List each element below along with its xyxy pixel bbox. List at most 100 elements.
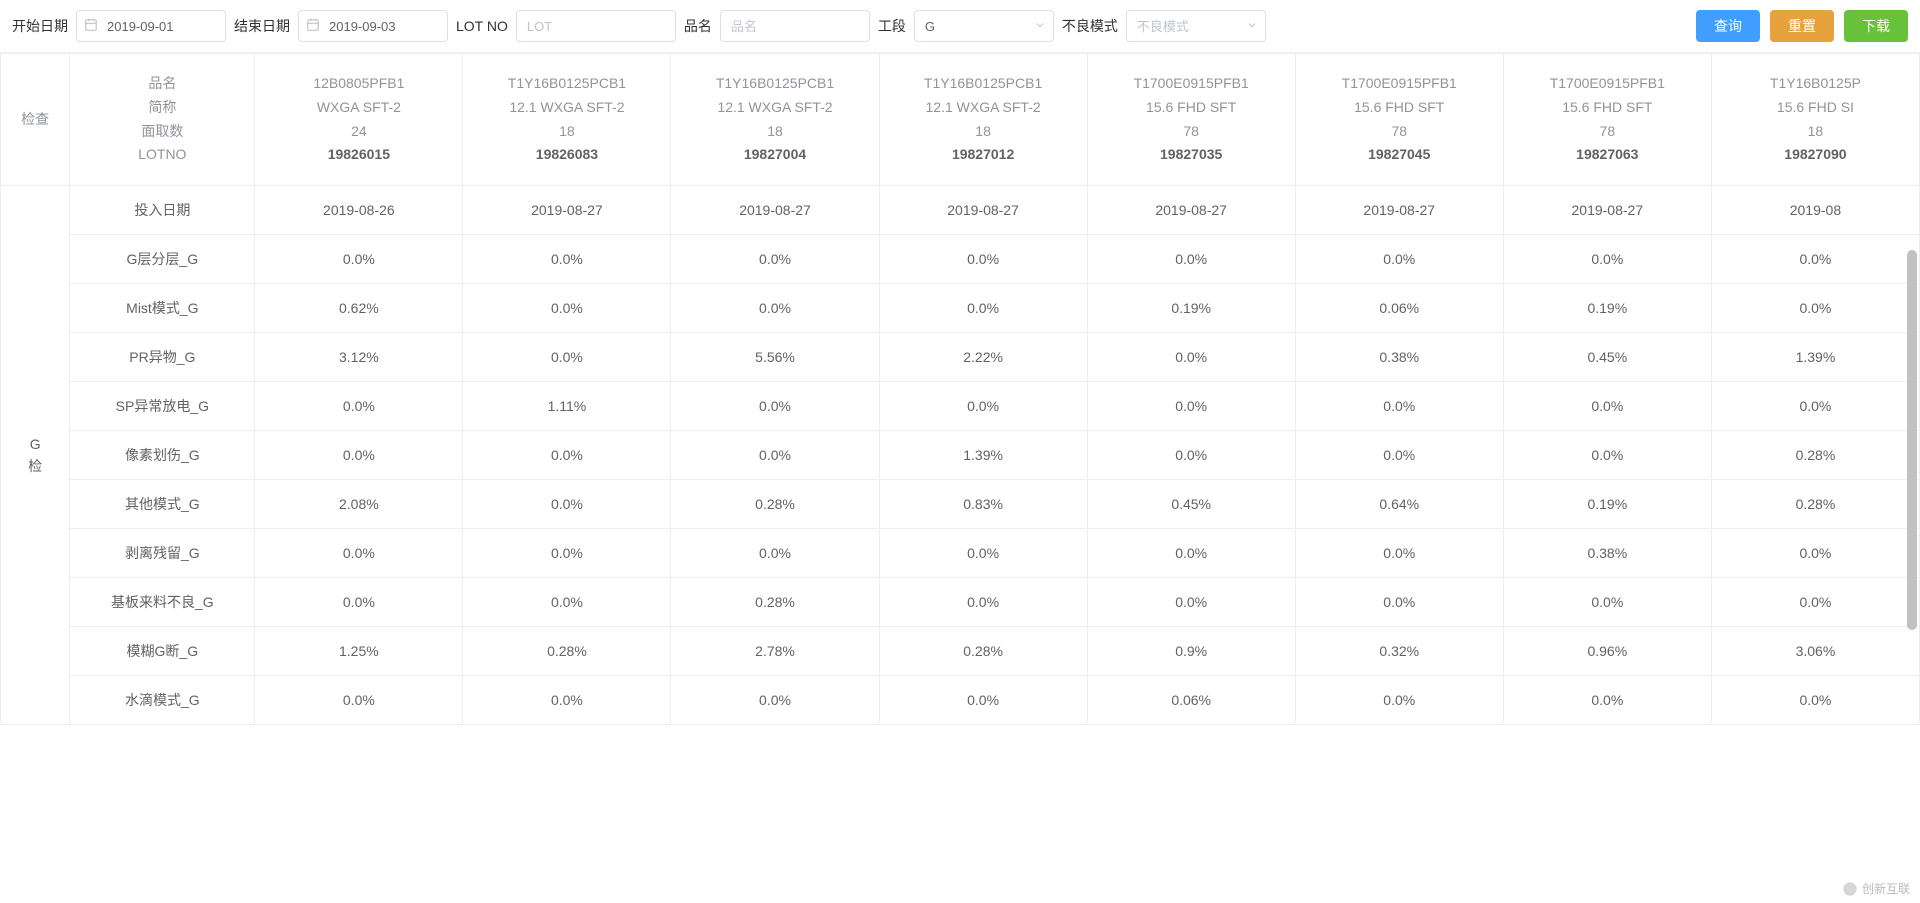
horizontal-scrollbar[interactable] (6, 879, 1890, 893)
defect-mode-label: 不良模式 (1062, 16, 1118, 36)
data-cell: 0.0% (255, 676, 463, 725)
data-cell: 0.28% (1711, 480, 1919, 529)
data-cell: 3.06% (1711, 627, 1919, 676)
data-cell: 0.0% (463, 676, 671, 725)
data-cell: 0.0% (463, 578, 671, 627)
data-cell: 0.0% (1711, 235, 1919, 284)
table-row: 水滴模式_G0.0%0.0%0.0%0.0%0.06%0.0%0.0%0.0% (1, 676, 1920, 725)
table-row: G层分层_G0.0%0.0%0.0%0.0%0.0%0.0%0.0%0.0% (1, 235, 1920, 284)
column-header: T1700E0915PFB115.6 FHD SFT7819827045 (1295, 54, 1503, 186)
data-cell: 0.28% (671, 578, 879, 627)
data-cell: 0.0% (1503, 235, 1711, 284)
defect-mode-select[interactable] (1126, 10, 1266, 42)
data-cell: 1.39% (879, 431, 1087, 480)
data-cell: 0.0% (1711, 284, 1919, 333)
data-cell: 0.0% (463, 529, 671, 578)
vertical-scrollbar[interactable] (1904, 250, 1920, 650)
data-cell: 0.0% (463, 480, 671, 529)
header-check: 检查 (1, 54, 70, 186)
table-row: 剥离残留_G0.0%0.0%0.0%0.0%0.0%0.0%0.38%0.0% (1, 529, 1920, 578)
data-cell: 2019-08-27 (1295, 186, 1503, 235)
data-cell: 0.28% (879, 627, 1087, 676)
row-label: Mist模式_G (70, 284, 255, 333)
data-cell: 2019-08-27 (1503, 186, 1711, 235)
data-cell: 0.0% (1295, 676, 1503, 725)
row-label: 投入日期 (70, 186, 255, 235)
row-label: 模糊G断_G (70, 627, 255, 676)
table-row: Mist模式_G0.62%0.0%0.0%0.0%0.19%0.06%0.19%… (1, 284, 1920, 333)
data-cell: 0.0% (879, 382, 1087, 431)
data-cell: 0.0% (879, 578, 1087, 627)
data-cell: 2019-08-26 (255, 186, 463, 235)
data-cell: 2.22% (879, 333, 1087, 382)
data-cell: 0.45% (1503, 333, 1711, 382)
data-cell: 0.0% (1711, 676, 1919, 725)
row-group-label: G检 (1, 186, 70, 725)
data-cell: 0.0% (1087, 333, 1295, 382)
data-cell: 0.0% (1087, 578, 1295, 627)
data-cell: 0.0% (671, 382, 879, 431)
data-cell: 2019-08-27 (671, 186, 879, 235)
download-button[interactable]: 下载 (1844, 10, 1908, 42)
end-date-input[interactable] (298, 10, 448, 42)
data-cell: 0.0% (463, 431, 671, 480)
data-cell: 1.25% (255, 627, 463, 676)
data-cell: 0.83% (879, 480, 1087, 529)
data-cell: 0.28% (463, 627, 671, 676)
data-cell: 2.08% (255, 480, 463, 529)
data-cell: 0.28% (1711, 431, 1919, 480)
data-cell: 1.11% (463, 382, 671, 431)
reset-button[interactable]: 重置 (1770, 10, 1834, 42)
process-select[interactable] (914, 10, 1054, 42)
data-cell: 0.0% (879, 676, 1087, 725)
data-cell: 0.38% (1503, 529, 1711, 578)
data-cell: 0.0% (671, 284, 879, 333)
lotno-input[interactable] (516, 10, 676, 42)
row-label: 基板来料不良_G (70, 578, 255, 627)
table-row: SP异常放电_G0.0%1.11%0.0%0.0%0.0%0.0%0.0%0.0… (1, 382, 1920, 431)
row-label: 水滴模式_G (70, 676, 255, 725)
column-header: T1700E0915PFB115.6 FHD SFT7819827035 (1087, 54, 1295, 186)
data-cell: 2.78% (671, 627, 879, 676)
data-cell: 2019-08-27 (463, 186, 671, 235)
data-cell: 0.0% (1503, 578, 1711, 627)
row-label: SP异常放电_G (70, 382, 255, 431)
data-cell: 0.0% (463, 333, 671, 382)
data-cell: 0.28% (671, 480, 879, 529)
data-cell: 0.45% (1087, 480, 1295, 529)
data-cell: 0.0% (1087, 529, 1295, 578)
start-date-label: 开始日期 (12, 16, 68, 36)
product-input[interactable] (720, 10, 870, 42)
data-cell: 0.19% (1503, 284, 1711, 333)
data-cell: 0.0% (1503, 431, 1711, 480)
scrollbar-thumb[interactable] (1907, 250, 1917, 630)
data-cell: 0.0% (1295, 235, 1503, 284)
data-cell: 3.12% (255, 333, 463, 382)
table-row: 像素划伤_G0.0%0.0%0.0%1.39%0.0%0.0%0.0%0.28% (1, 431, 1920, 480)
column-header: T1Y16B0125PCB112.1 WXGA SFT-21819826083 (463, 54, 671, 186)
filter-toolbar: 开始日期 结束日期 LOT NO 品名 工段 (0, 0, 1920, 53)
data-cell: 0.0% (671, 235, 879, 284)
start-date-input[interactable] (76, 10, 226, 42)
data-cell: 0.9% (1087, 627, 1295, 676)
data-table: 检查品名简称面取数LOTNO12B0805PFB1WXGA SFT-224198… (0, 53, 1920, 725)
data-cell: 0.0% (1295, 382, 1503, 431)
data-cell: 0.19% (1087, 284, 1295, 333)
data-cell: 0.06% (1087, 676, 1295, 725)
product-label: 品名 (684, 16, 712, 36)
query-button[interactable]: 查询 (1696, 10, 1760, 42)
end-date-label: 结束日期 (234, 16, 290, 36)
data-cell: 0.19% (1503, 480, 1711, 529)
table-row: 其他模式_G2.08%0.0%0.28%0.83%0.45%0.64%0.19%… (1, 480, 1920, 529)
data-cell: 0.0% (1087, 431, 1295, 480)
row-label: G层分层_G (70, 235, 255, 284)
data-cell: 1.39% (1711, 333, 1919, 382)
data-cell: 0.0% (1295, 431, 1503, 480)
data-cell: 0.0% (463, 235, 671, 284)
data-cell: 0.0% (255, 431, 463, 480)
data-cell: 0.0% (1711, 529, 1919, 578)
data-table-container[interactable]: 检查品名简称面取数LOTNO12B0805PFB1WXGA SFT-224198… (0, 53, 1920, 876)
column-header: T1Y16B0125PCB112.1 WXGA SFT-21819827004 (671, 54, 879, 186)
data-cell: 0.62% (255, 284, 463, 333)
data-cell: 0.0% (463, 284, 671, 333)
